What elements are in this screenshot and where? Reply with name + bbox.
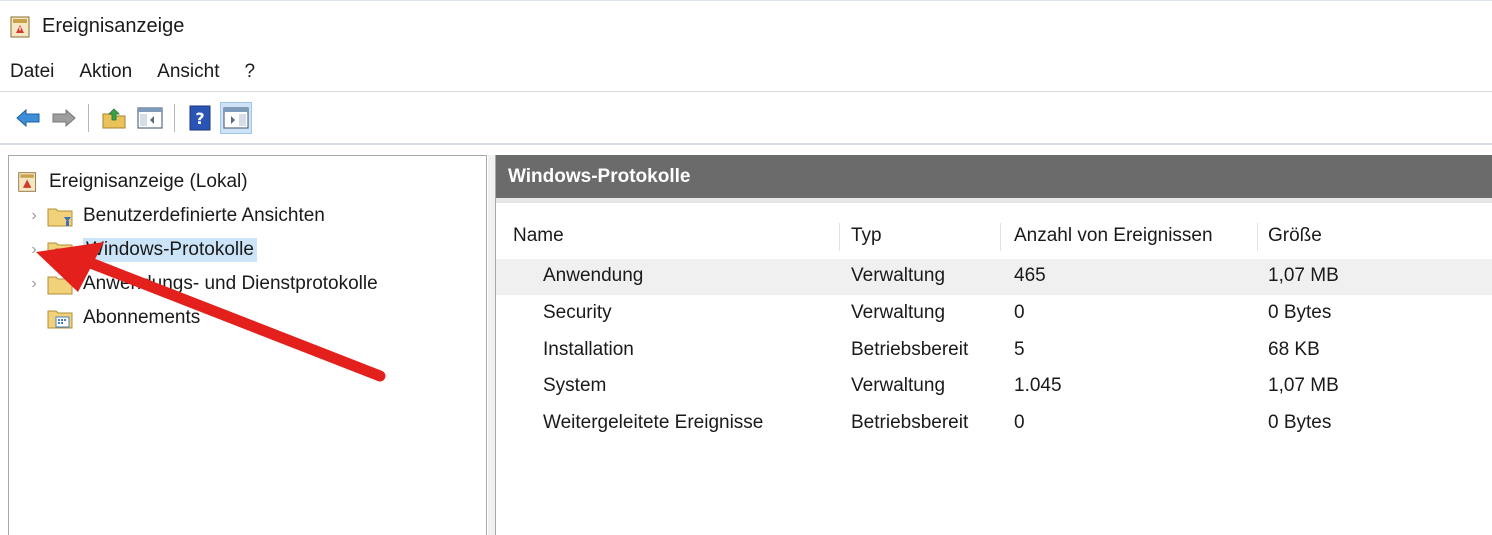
table-row[interactable]: System Verwaltung 1.045 1,07 MB xyxy=(496,369,1492,405)
cell-size: 1,07 MB xyxy=(1268,265,1339,286)
cell-name: Anwendung xyxy=(543,265,644,286)
up-folder-icon xyxy=(102,108,126,129)
forward-button[interactable] xyxy=(48,102,80,134)
show-hide-console-tree-button[interactable] xyxy=(134,102,166,134)
cell-count: 1.045 xyxy=(1014,375,1062,396)
custom-views-folder-icon xyxy=(47,208,73,227)
cell-name: System xyxy=(543,375,607,396)
details-pane: Windows-Protokolle Name Typ Anzahl von E… xyxy=(495,155,1492,535)
cell-count: 0 xyxy=(1014,302,1025,323)
cell-count: 465 xyxy=(1014,265,1046,286)
back-button[interactable] xyxy=(12,102,44,134)
help-icon: ? xyxy=(189,105,211,131)
menu-bar: Datei Aktion Ansicht ? xyxy=(0,52,1492,92)
cell-size: 0 Bytes xyxy=(1268,302,1332,323)
menu-ansicht[interactable]: Ansicht xyxy=(157,61,219,83)
up-folder-button[interactable] xyxy=(98,102,130,134)
cell-type: Verwaltung xyxy=(851,265,946,286)
details-header: Windows-Protokolle xyxy=(496,155,1492,203)
tree-item-subscriptions[interactable]: Abonnements xyxy=(47,301,200,335)
tree-root[interactable]: Ereignisanzeige (Lokal) xyxy=(17,165,248,199)
chevron-right-icon[interactable]: › xyxy=(21,275,47,293)
column-header-type[interactable]: Typ xyxy=(851,225,882,247)
show-hide-console-tree-icon xyxy=(137,107,163,129)
cell-type: Verwaltung xyxy=(851,375,946,396)
table-row[interactable]: Anwendung Verwaltung 465 1,07 MB xyxy=(496,259,1492,295)
tree-root-label: Ereignisanzeige (Lokal) xyxy=(49,171,248,192)
toolbar: ? xyxy=(0,93,1492,145)
column-separator[interactable] xyxy=(839,223,840,251)
windows-logs-folder-icon xyxy=(47,242,73,261)
column-header-count[interactable]: Anzahl von Ereignissen xyxy=(1014,225,1213,247)
tree-item-custom-views[interactable]: › Benutzerdefinierte Ansichten xyxy=(21,199,325,233)
back-arrow-icon xyxy=(16,108,40,128)
cell-name: Security xyxy=(543,302,612,323)
table-row[interactable]: Security Verwaltung 0 0 Bytes xyxy=(496,296,1492,332)
menu-datei[interactable]: Datei xyxy=(10,61,54,83)
chevron-right-icon[interactable]: › xyxy=(21,241,47,259)
cell-type: Betriebsbereit xyxy=(851,339,969,360)
app-service-logs-folder-icon xyxy=(47,276,73,295)
cell-size: 0 Bytes xyxy=(1268,412,1332,433)
forward-arrow-icon xyxy=(52,108,76,128)
tree-item-app-service-logs[interactable]: › Anwendungs- und Dienstprotokolle xyxy=(21,267,378,301)
column-separator[interactable] xyxy=(1257,223,1258,251)
svg-text:?: ? xyxy=(195,109,204,128)
tree-item-windows-logs[interactable]: › Windows-Protokolle xyxy=(21,233,257,267)
tree-item-label: Benutzerdefinierte Ansichten xyxy=(83,205,325,226)
show-hide-action-pane-icon xyxy=(223,107,249,129)
cell-name: Installation xyxy=(543,339,634,360)
cell-count: 0 xyxy=(1014,412,1025,433)
table-row[interactable]: Weitergeleitete Ereignisse Betriebsberei… xyxy=(496,406,1492,442)
cell-name: Weitergeleitete Ereignisse xyxy=(543,412,764,433)
details-title: Windows-Protokolle xyxy=(508,165,691,187)
cell-count: 5 xyxy=(1014,339,1025,360)
tree-item-label: Anwendungs- und Dienstprotokolle xyxy=(83,273,378,294)
tree-item-label: Windows-Protokolle xyxy=(83,238,257,262)
subscriptions-icon xyxy=(47,310,73,329)
event-viewer-icon xyxy=(10,16,30,37)
cell-size: 1,07 MB xyxy=(1268,375,1339,396)
cell-size: 68 KB xyxy=(1268,339,1320,360)
table-row[interactable]: Installation Betriebsbereit 5 68 KB xyxy=(496,333,1492,369)
chevron-right-icon[interactable]: › xyxy=(21,207,47,225)
console-tree[interactable]: Ereignisanzeige (Lokal) › Benutzerdefini… xyxy=(8,155,487,535)
menu-aktion[interactable]: Aktion xyxy=(79,61,132,83)
event-viewer-icon xyxy=(18,172,37,192)
column-header-name[interactable]: Name xyxy=(513,225,564,247)
window-title: Ereignisanzeige xyxy=(42,15,185,37)
cell-type: Verwaltung xyxy=(851,302,946,323)
title-bar: Ereignisanzeige xyxy=(0,0,1492,52)
cell-type: Betriebsbereit xyxy=(851,412,969,433)
column-separator[interactable] xyxy=(1000,223,1001,251)
column-header-row: Name Typ Anzahl von Ereignissen Größe xyxy=(496,217,1492,255)
show-hide-action-pane-button[interactable] xyxy=(220,102,252,134)
tree-item-label: Abonnements xyxy=(83,307,201,328)
toolbar-separator xyxy=(174,104,175,132)
menu-help[interactable]: ? xyxy=(244,61,255,83)
toolbar-separator xyxy=(88,104,89,132)
column-header-size[interactable]: Größe xyxy=(1268,225,1322,247)
help-button[interactable]: ? xyxy=(184,102,216,134)
